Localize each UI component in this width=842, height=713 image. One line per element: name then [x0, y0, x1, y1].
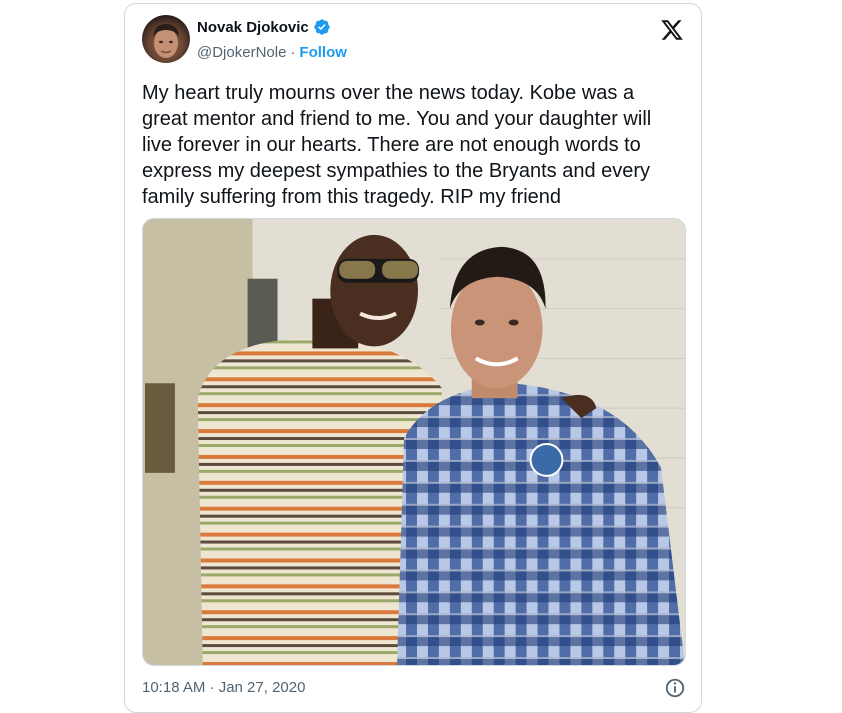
author-avatar[interactable]	[142, 15, 190, 63]
author-name-row: Novak Djokovic	[197, 18, 331, 36]
author-name[interactable]: Novak Djokovic	[197, 19, 309, 36]
tweet-photo[interactable]	[142, 218, 686, 666]
tweet-footer: 10:18 AM · Jan 27, 2020	[142, 677, 686, 699]
tweet-text: My heart truly mourns over the news toda…	[142, 82, 652, 208]
x-logo-icon[interactable]	[659, 18, 685, 42]
verified-badge-icon	[313, 18, 331, 36]
author-handle[interactable]: @DjokerNole	[197, 44, 286, 61]
follow-button[interactable]: Follow	[299, 44, 347, 61]
info-icon[interactable]	[664, 677, 686, 699]
tweet-timestamp[interactable]: 10:18 AM · Jan 27, 2020	[142, 679, 305, 696]
author-handle-row: @DjokerNole · Follow	[197, 44, 347, 61]
tweet-card: Novak Djokovic @DjokerNole · Follow My h…	[124, 3, 702, 713]
handle-separator: ·	[290, 44, 296, 61]
